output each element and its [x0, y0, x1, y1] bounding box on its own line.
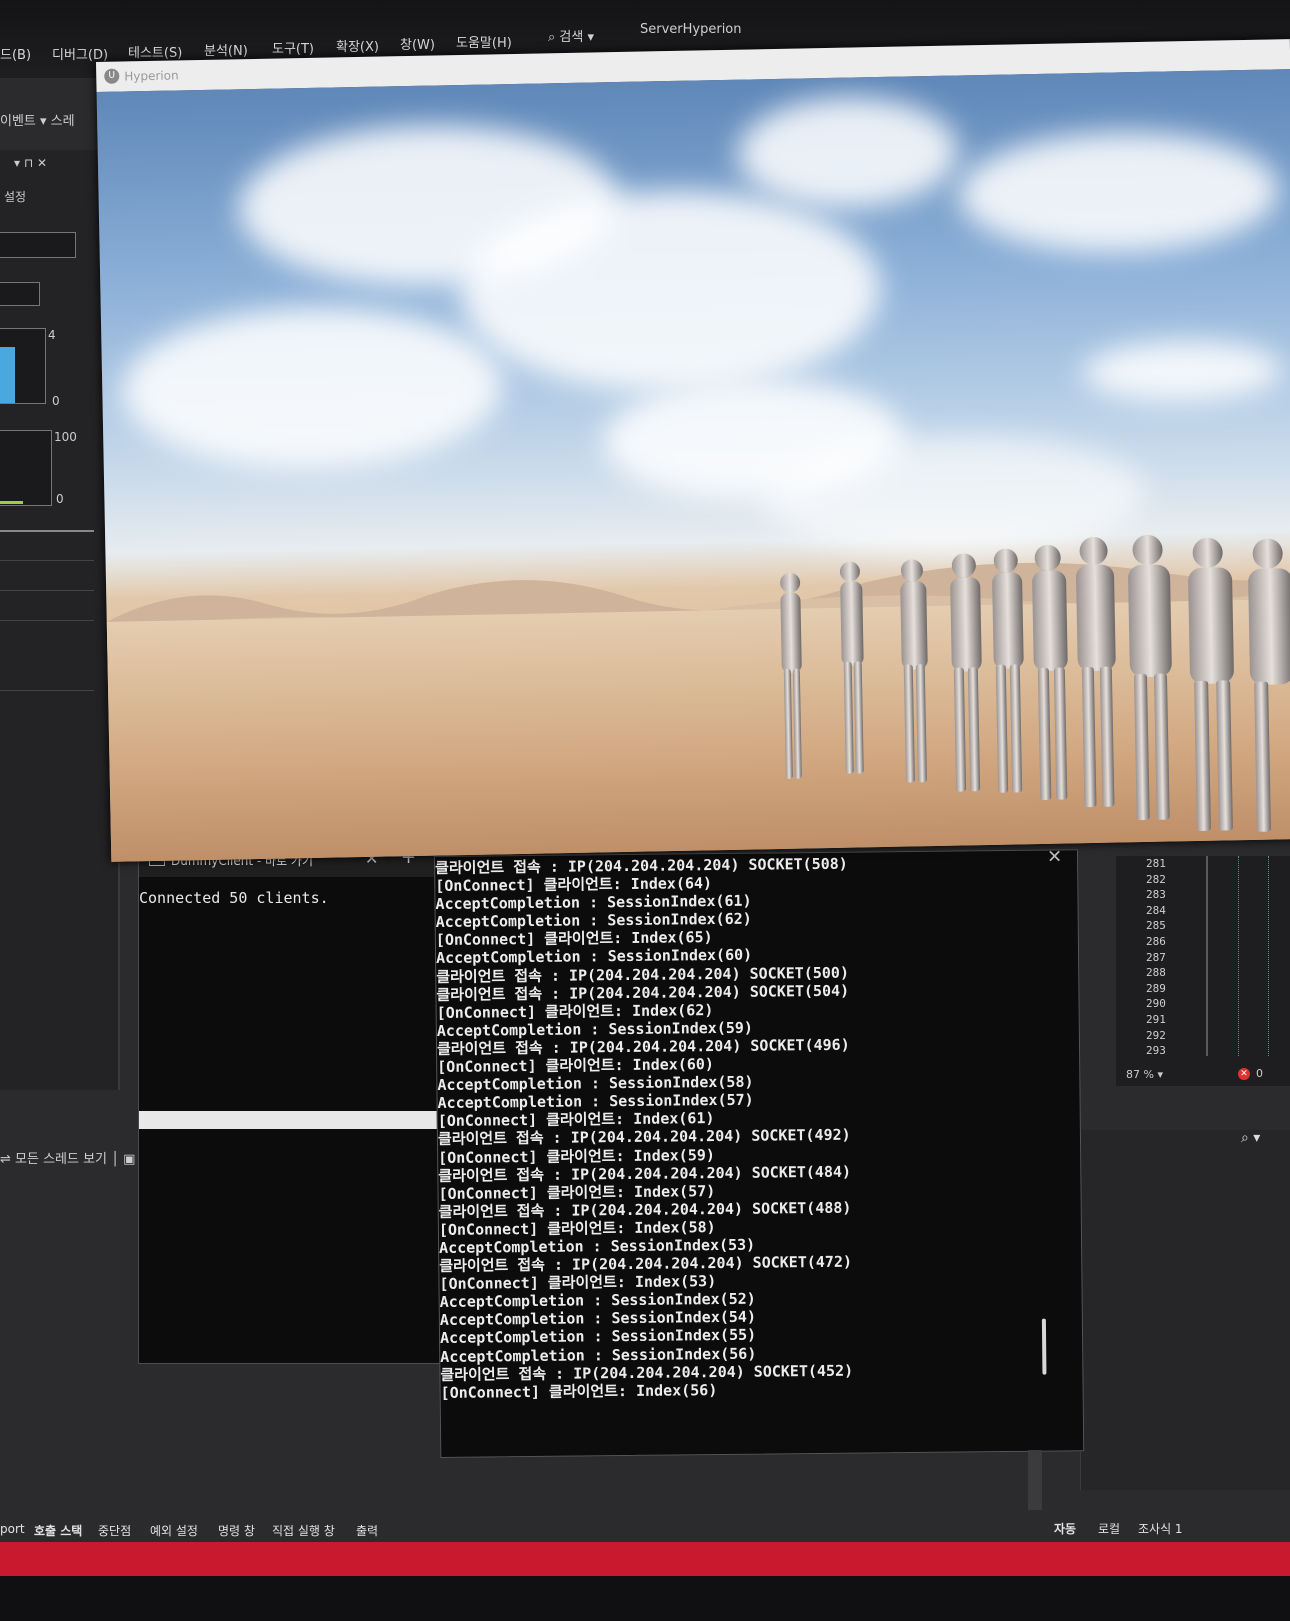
graph1-max-label: 4	[48, 328, 56, 342]
divider	[0, 560, 94, 561]
menu-extensions[interactable]: 확장(X)	[336, 36, 379, 55]
cloud	[1081, 339, 1283, 404]
tab-autos[interactable]: 자동	[1054, 1520, 1076, 1537]
line-number: 288	[1146, 966, 1166, 980]
menu-tools[interactable]: 도구(T)	[272, 38, 314, 57]
monitor-bezel	[0, 1576, 1290, 1621]
cpu-bar	[0, 501, 23, 504]
divider	[0, 620, 94, 621]
panel-pin-icon[interactable]: ▾ ⊓ ✕	[14, 156, 47, 170]
diag-settings-label[interactable]: 설정	[4, 188, 26, 205]
cloud	[120, 304, 504, 472]
search-button[interactable]: ⌕ 검색 ▾	[548, 26, 594, 45]
event-timeline	[0, 232, 76, 258]
line-number: 284	[1146, 903, 1166, 917]
game-window[interactable]: U Hyperion	[96, 39, 1290, 862]
search-icon: ⌕	[548, 30, 560, 45]
line-number: 290	[1146, 997, 1166, 1011]
ide-status-bar	[0, 1542, 1290, 1576]
divider	[0, 530, 94, 532]
tab-output[interactable]: 출력	[356, 1522, 378, 1539]
line-number: 289	[1146, 981, 1166, 995]
tab-immediate-window[interactable]: 직접 실행 창	[272, 1522, 335, 1539]
selection-highlight	[139, 1111, 439, 1129]
dummy-client-terminal[interactable]: C:\ DummyClient - 바로 가기 ✕ + Connected 50…	[138, 842, 442, 1364]
line-number: 283	[1146, 888, 1166, 902]
cloud	[957, 129, 1280, 256]
outline-bar	[1206, 856, 1208, 1056]
line-number: 291	[1146, 1012, 1166, 1026]
process-memory-graph	[0, 328, 46, 404]
server-log: 클라이언트 접속 : IP(204.204.204.204) SOCKET(50…	[435, 855, 853, 1402]
unreal-logo-icon: U	[104, 68, 120, 84]
debug-tool-tabs: port 호출 스택 중단점 예외 설정 명령 창 직접 실행 창 출력	[0, 1516, 1060, 1542]
error-count: 0	[1256, 1067, 1263, 1080]
line-number: 286	[1146, 934, 1166, 948]
graph1-min-label: 0	[52, 394, 60, 408]
character-crowd	[780, 534, 1290, 832]
game-window-title: Hyperion	[124, 68, 179, 84]
graph2-max-label: 100	[54, 430, 77, 444]
threads-icon: ⇌	[0, 1152, 16, 1167]
error-icon[interactable]: ✕	[1238, 1068, 1250, 1080]
divider	[0, 590, 94, 591]
menu-debug[interactable]: 디버그(D)	[52, 44, 108, 63]
tab-port[interactable]: port	[0, 1522, 25, 1536]
cloud	[736, 95, 959, 210]
line-number: 293	[1146, 1044, 1166, 1058]
diag-field	[0, 282, 40, 306]
menu-window[interactable]: 창(W)	[400, 34, 435, 53]
menu-build[interactable]: 드(B)	[0, 44, 31, 63]
memory-bar	[0, 347, 15, 403]
tab-command-window[interactable]: 명령 창	[218, 1522, 255, 1539]
menu-test[interactable]: 테스트(S)	[128, 42, 182, 61]
show-all-threads-toggle[interactable]: ⇌ 모든 스레드 보기 │ ▣	[0, 1148, 135, 1167]
console-scrollbar-thumb[interactable]	[1041, 1318, 1047, 1375]
line-number: 285	[1146, 919, 1166, 933]
output-scrollbar[interactable]	[1028, 1450, 1042, 1510]
line-number: 292	[1146, 1028, 1166, 1042]
game-viewport[interactable]	[96, 69, 1290, 862]
ide-solution-title: ServerHyperion	[640, 22, 742, 37]
close-icon[interactable]: ✕	[1047, 846, 1062, 867]
terminal-output: Connected 50 clients.	[139, 889, 329, 907]
menu-help[interactable]: 도움말(H)	[456, 32, 512, 51]
line-number: 281	[1146, 857, 1166, 870]
events-toolbar[interactable]: 이벤트 ▾ 스레	[0, 110, 100, 129]
cpu-usage-graph	[0, 430, 52, 506]
graph2-min-label: 0	[56, 492, 64, 506]
tab-call-stack[interactable]: 호출 스택	[34, 1522, 82, 1539]
tab-locals[interactable]: 로컬	[1098, 1520, 1120, 1537]
indent-guide	[1238, 856, 1240, 1056]
tab-watch-1[interactable]: 조사식 1	[1138, 1520, 1183, 1537]
menu-analyze[interactable]: 분석(N)	[204, 40, 248, 59]
tab-exception-settings[interactable]: 예외 설정	[150, 1522, 198, 1539]
zoom-level[interactable]: 87 % ▾	[1126, 1068, 1163, 1081]
server-console-window[interactable]: ✕ 클라이언트 접속 : IP(204.204.204.204) SOCKET(…	[434, 846, 1085, 1458]
line-number-gutter: 281 282 283 284 285 286 287 288 289 290 …	[1146, 856, 1166, 1059]
line-number: 287	[1146, 950, 1166, 964]
indent-guide	[1268, 856, 1270, 1056]
search-icon[interactable]: ⌕ ▾	[1241, 1130, 1260, 1146]
divider	[0, 690, 94, 691]
watch-panel: ⌕ ▾	[1080, 1130, 1290, 1490]
code-editor-panel: 281 282 283 284 285 286 287 288 289 290 …	[1116, 856, 1290, 1086]
line-number: 282	[1146, 872, 1166, 886]
log-line: [OnConnect] 클라이언트: Index(56)	[440, 1380, 718, 1402]
tab-breakpoints[interactable]: 중단점	[98, 1522, 131, 1539]
